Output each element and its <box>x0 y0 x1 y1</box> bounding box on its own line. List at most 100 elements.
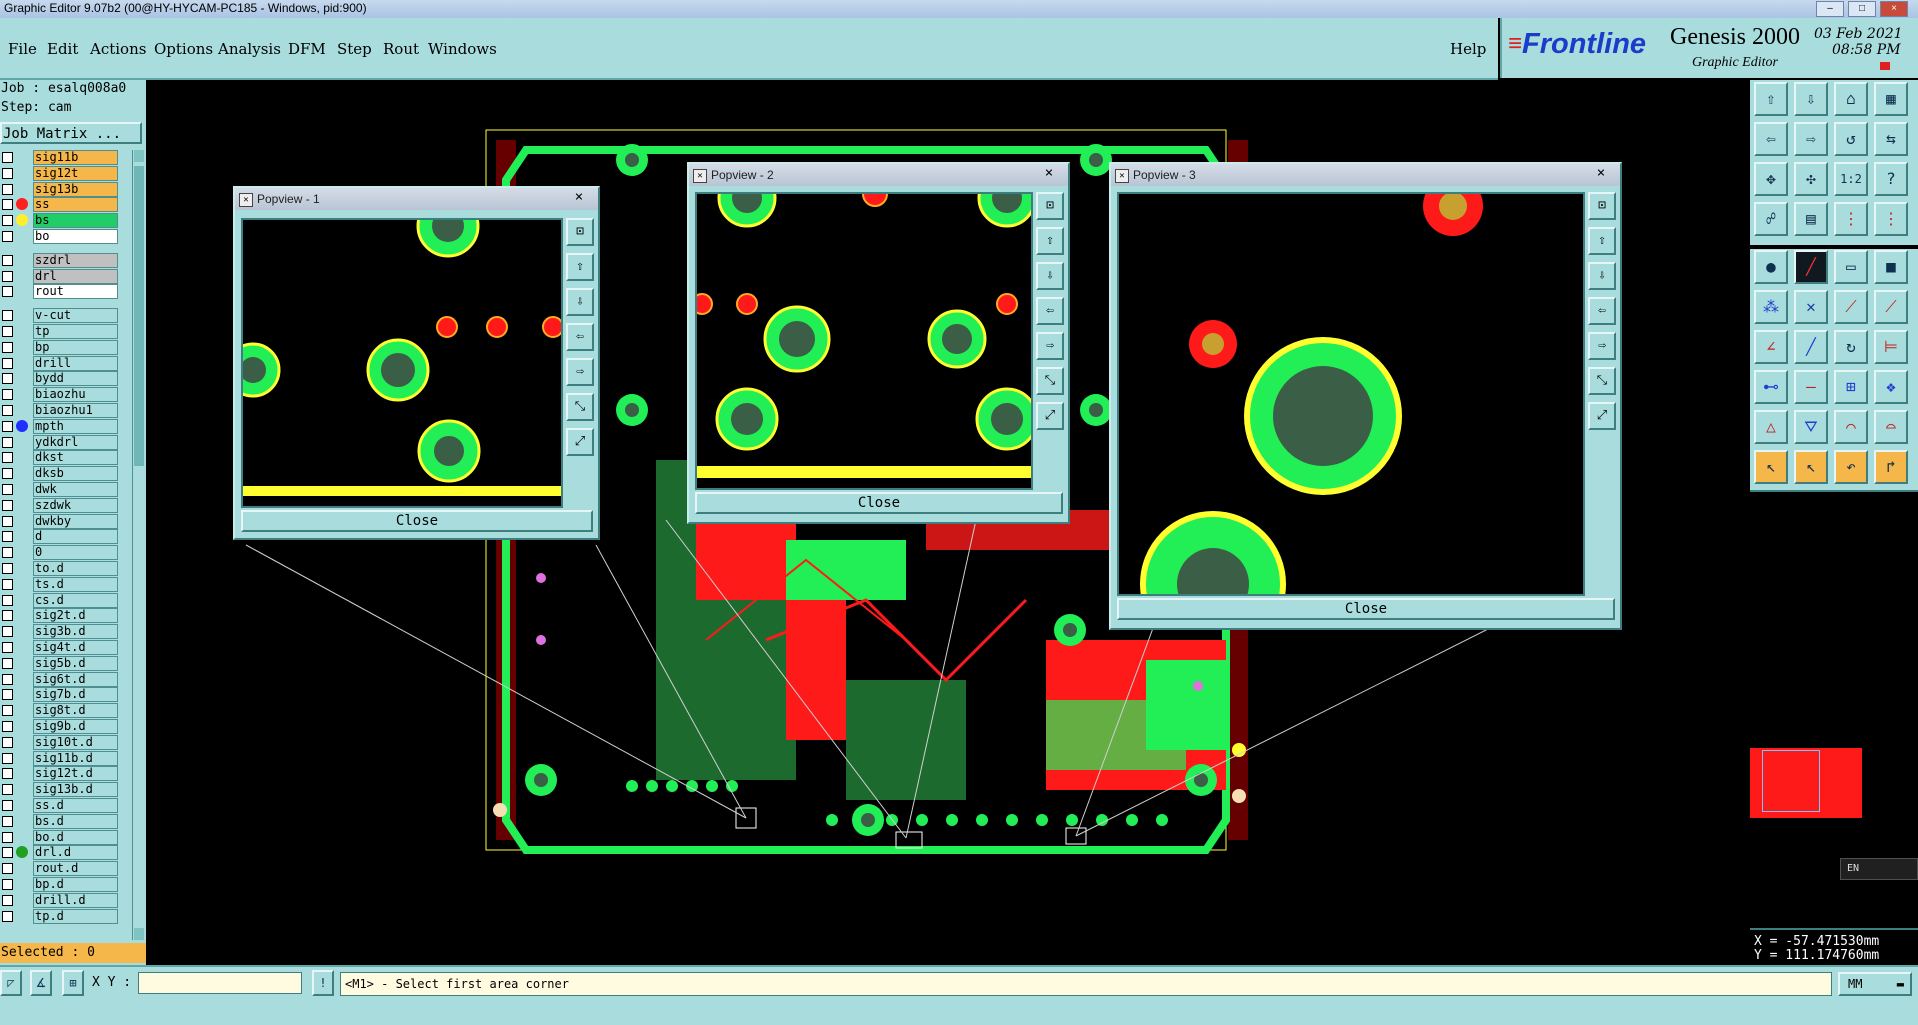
popview-pan-right-icon[interactable]: ⇨ <box>1588 332 1616 360</box>
layer-checkbox[interactable] <box>2 547 13 559</box>
layer-checkbox[interactable] <box>2 357 13 369</box>
layer-checkbox[interactable] <box>2 657 13 669</box>
layer-checkbox[interactable] <box>2 436 13 448</box>
layer-checkbox[interactable] <box>2 610 13 622</box>
overview-panel[interactable]: EN <box>1750 490 1918 932</box>
grid-mode-icon[interactable]: ⊞ <box>62 970 84 996</box>
window-layout-icon[interactable]: ▦ <box>1874 82 1908 116</box>
layer-name[interactable]: tp <box>33 324 118 339</box>
net-compare-icon[interactable]: ⋮ <box>1874 202 1908 236</box>
layer-checkbox[interactable] <box>2 800 13 811</box>
menu-file[interactable]: File <box>8 40 37 58</box>
triangle-icon[interactable]: △ <box>1754 410 1788 444</box>
popview-2-close-icon[interactable]: × <box>1036 166 1062 182</box>
slash-icon[interactable]: ╱ <box>1794 330 1828 364</box>
layer-name[interactable]: to.d <box>33 561 118 576</box>
layer-name[interactable]: d <box>33 529 118 545</box>
layer-row[interactable]: ss.d <box>0 798 132 813</box>
popview-1-canvas[interactable] <box>241 218 563 508</box>
layer-row[interactable]: sig7b.d <box>0 687 132 703</box>
menu-options[interactable]: Options <box>154 40 213 58</box>
popview-3-close-button[interactable]: Close <box>1117 598 1615 620</box>
grid-icon[interactable]: ▤ <box>1794 202 1828 236</box>
layer-row[interactable]: sig13b.d <box>0 782 132 798</box>
move-pad-icon[interactable]: ⟋ <box>1834 290 1868 324</box>
layer-name[interactable]: rout.d <box>33 861 118 877</box>
layer-name[interactable]: bydd <box>33 371 118 387</box>
layer-name[interactable]: biaozhu <box>33 387 118 403</box>
layer-name[interactable]: ts.d <box>33 576 118 592</box>
zoom-ratio-icon[interactable]: 1:2 <box>1834 162 1868 196</box>
layer-row[interactable]: bs <box>0 213 132 229</box>
layer-checkbox[interactable] <box>2 705 13 717</box>
layer-row[interactable]: sig10t.d <box>0 734 132 750</box>
popview-zoom-out-icon[interactable]: ⤢ <box>566 428 594 456</box>
popview-pan-up-icon[interactable]: ⇧ <box>1036 227 1064 255</box>
ruler-icon[interactable]: ▭ <box>1834 250 1868 284</box>
layer-name[interactable]: drill.d <box>33 892 118 908</box>
layer-name[interactable]: sig10t.d <box>33 734 118 750</box>
net-highlight-icon[interactable]: ⋮ <box>1834 202 1868 236</box>
popview-zoom-home-icon[interactable]: ⊡ <box>566 218 594 246</box>
popview-1-close-button[interactable]: Close <box>241 510 593 532</box>
layer-name[interactable]: szdrl <box>33 252 118 268</box>
route-icon[interactable]: ⊷ <box>1754 370 1788 404</box>
layer-checkbox[interactable] <box>2 736 13 748</box>
layer-name[interactable]: ss <box>33 197 118 213</box>
layers-icon[interactable]: ⌂ <box>1834 82 1868 116</box>
layer-row[interactable]: bo.d <box>0 829 132 845</box>
popview-pan-up-icon[interactable]: ⇧ <box>1588 227 1616 255</box>
popview-zoom-home-icon[interactable]: ⊡ <box>1036 192 1064 220</box>
layer-color-dot[interactable] <box>16 419 28 432</box>
cross-icon[interactable]: ✕ <box>1794 290 1828 324</box>
zoom-home-icon[interactable]: ⇧ <box>1754 82 1788 116</box>
layer-checkbox[interactable] <box>2 231 13 242</box>
popview-pan-left-icon[interactable]: ⇦ <box>1036 297 1064 325</box>
layer-row[interactable]: bs.d <box>0 813 132 829</box>
layer-name[interactable]: ydkdrl <box>33 434 118 450</box>
layer-checkbox[interactable] <box>2 286 13 298</box>
layer-name[interactable]: drl <box>33 268 118 284</box>
triangle-alt-icon[interactable]: ⛛ <box>1794 410 1828 444</box>
layer-checkbox[interactable] <box>2 254 13 266</box>
popview-pan-up-icon[interactable]: ⇧ <box>566 253 594 281</box>
menu-help[interactable]: Help <box>1450 40 1486 58</box>
layer-name[interactable]: sig12t <box>33 165 118 181</box>
popview-pan-down-icon[interactable]: ⇩ <box>566 288 594 316</box>
layer-row[interactable]: sig12t <box>0 165 132 181</box>
menu-step[interactable]: Step <box>337 40 372 58</box>
popview-3-close-icon[interactable]: × <box>1588 166 1614 182</box>
layer-checkbox[interactable] <box>2 341 13 353</box>
menu-windows[interactable]: Windows <box>428 40 497 58</box>
layer-row[interactable]: sig6t.d <box>0 671 132 687</box>
cut-line-icon[interactable]: — <box>1794 370 1828 404</box>
layer-row[interactable]: sig2t.d <box>0 608 132 624</box>
layer-row[interactable]: bp <box>0 339 132 355</box>
layer-checkbox[interactable] <box>2 515 13 527</box>
draw-mode-icon[interactable]: ◸ <box>0 970 22 996</box>
layer-row[interactable]: biaozhu <box>0 387 132 403</box>
select-rotate-icon[interactable]: ↶ <box>1834 450 1868 484</box>
layer-row[interactable]: mpth <box>0 418 132 434</box>
popview-zoom-in-icon[interactable]: ⤡ <box>1036 367 1064 395</box>
layer-row[interactable]: v-cut <box>0 308 132 324</box>
layer-checkbox[interactable] <box>2 420 13 432</box>
layer-row[interactable]: ydkdrl <box>0 434 132 450</box>
layer-row[interactable]: rout.d <box>0 861 132 877</box>
zoom-fit-icon[interactable]: ✥ <box>1754 162 1788 196</box>
layer-checkbox[interactable] <box>2 152 13 163</box>
layer-checkbox[interactable] <box>2 270 13 282</box>
group-icon[interactable]: ❖ <box>1874 370 1908 404</box>
close-icon[interactable]: × <box>1880 1 1908 17</box>
layer-name[interactable]: cs.d <box>33 592 118 608</box>
layer-row[interactable]: tp <box>0 324 132 339</box>
layer-checkbox[interactable] <box>2 215 13 227</box>
layer-checkbox[interactable] <box>2 452 13 464</box>
layer-checkbox[interactable] <box>2 910 13 922</box>
zoom-area-icon[interactable]: ✣ <box>1794 162 1828 196</box>
layer-checkbox[interactable] <box>2 326 13 337</box>
layer-name[interactable]: v-cut <box>33 308 118 324</box>
popview-pan-down-icon[interactable]: ⇩ <box>1588 262 1616 290</box>
layer-checkbox[interactable] <box>2 468 13 480</box>
layer-checkbox[interactable] <box>2 879 13 890</box>
